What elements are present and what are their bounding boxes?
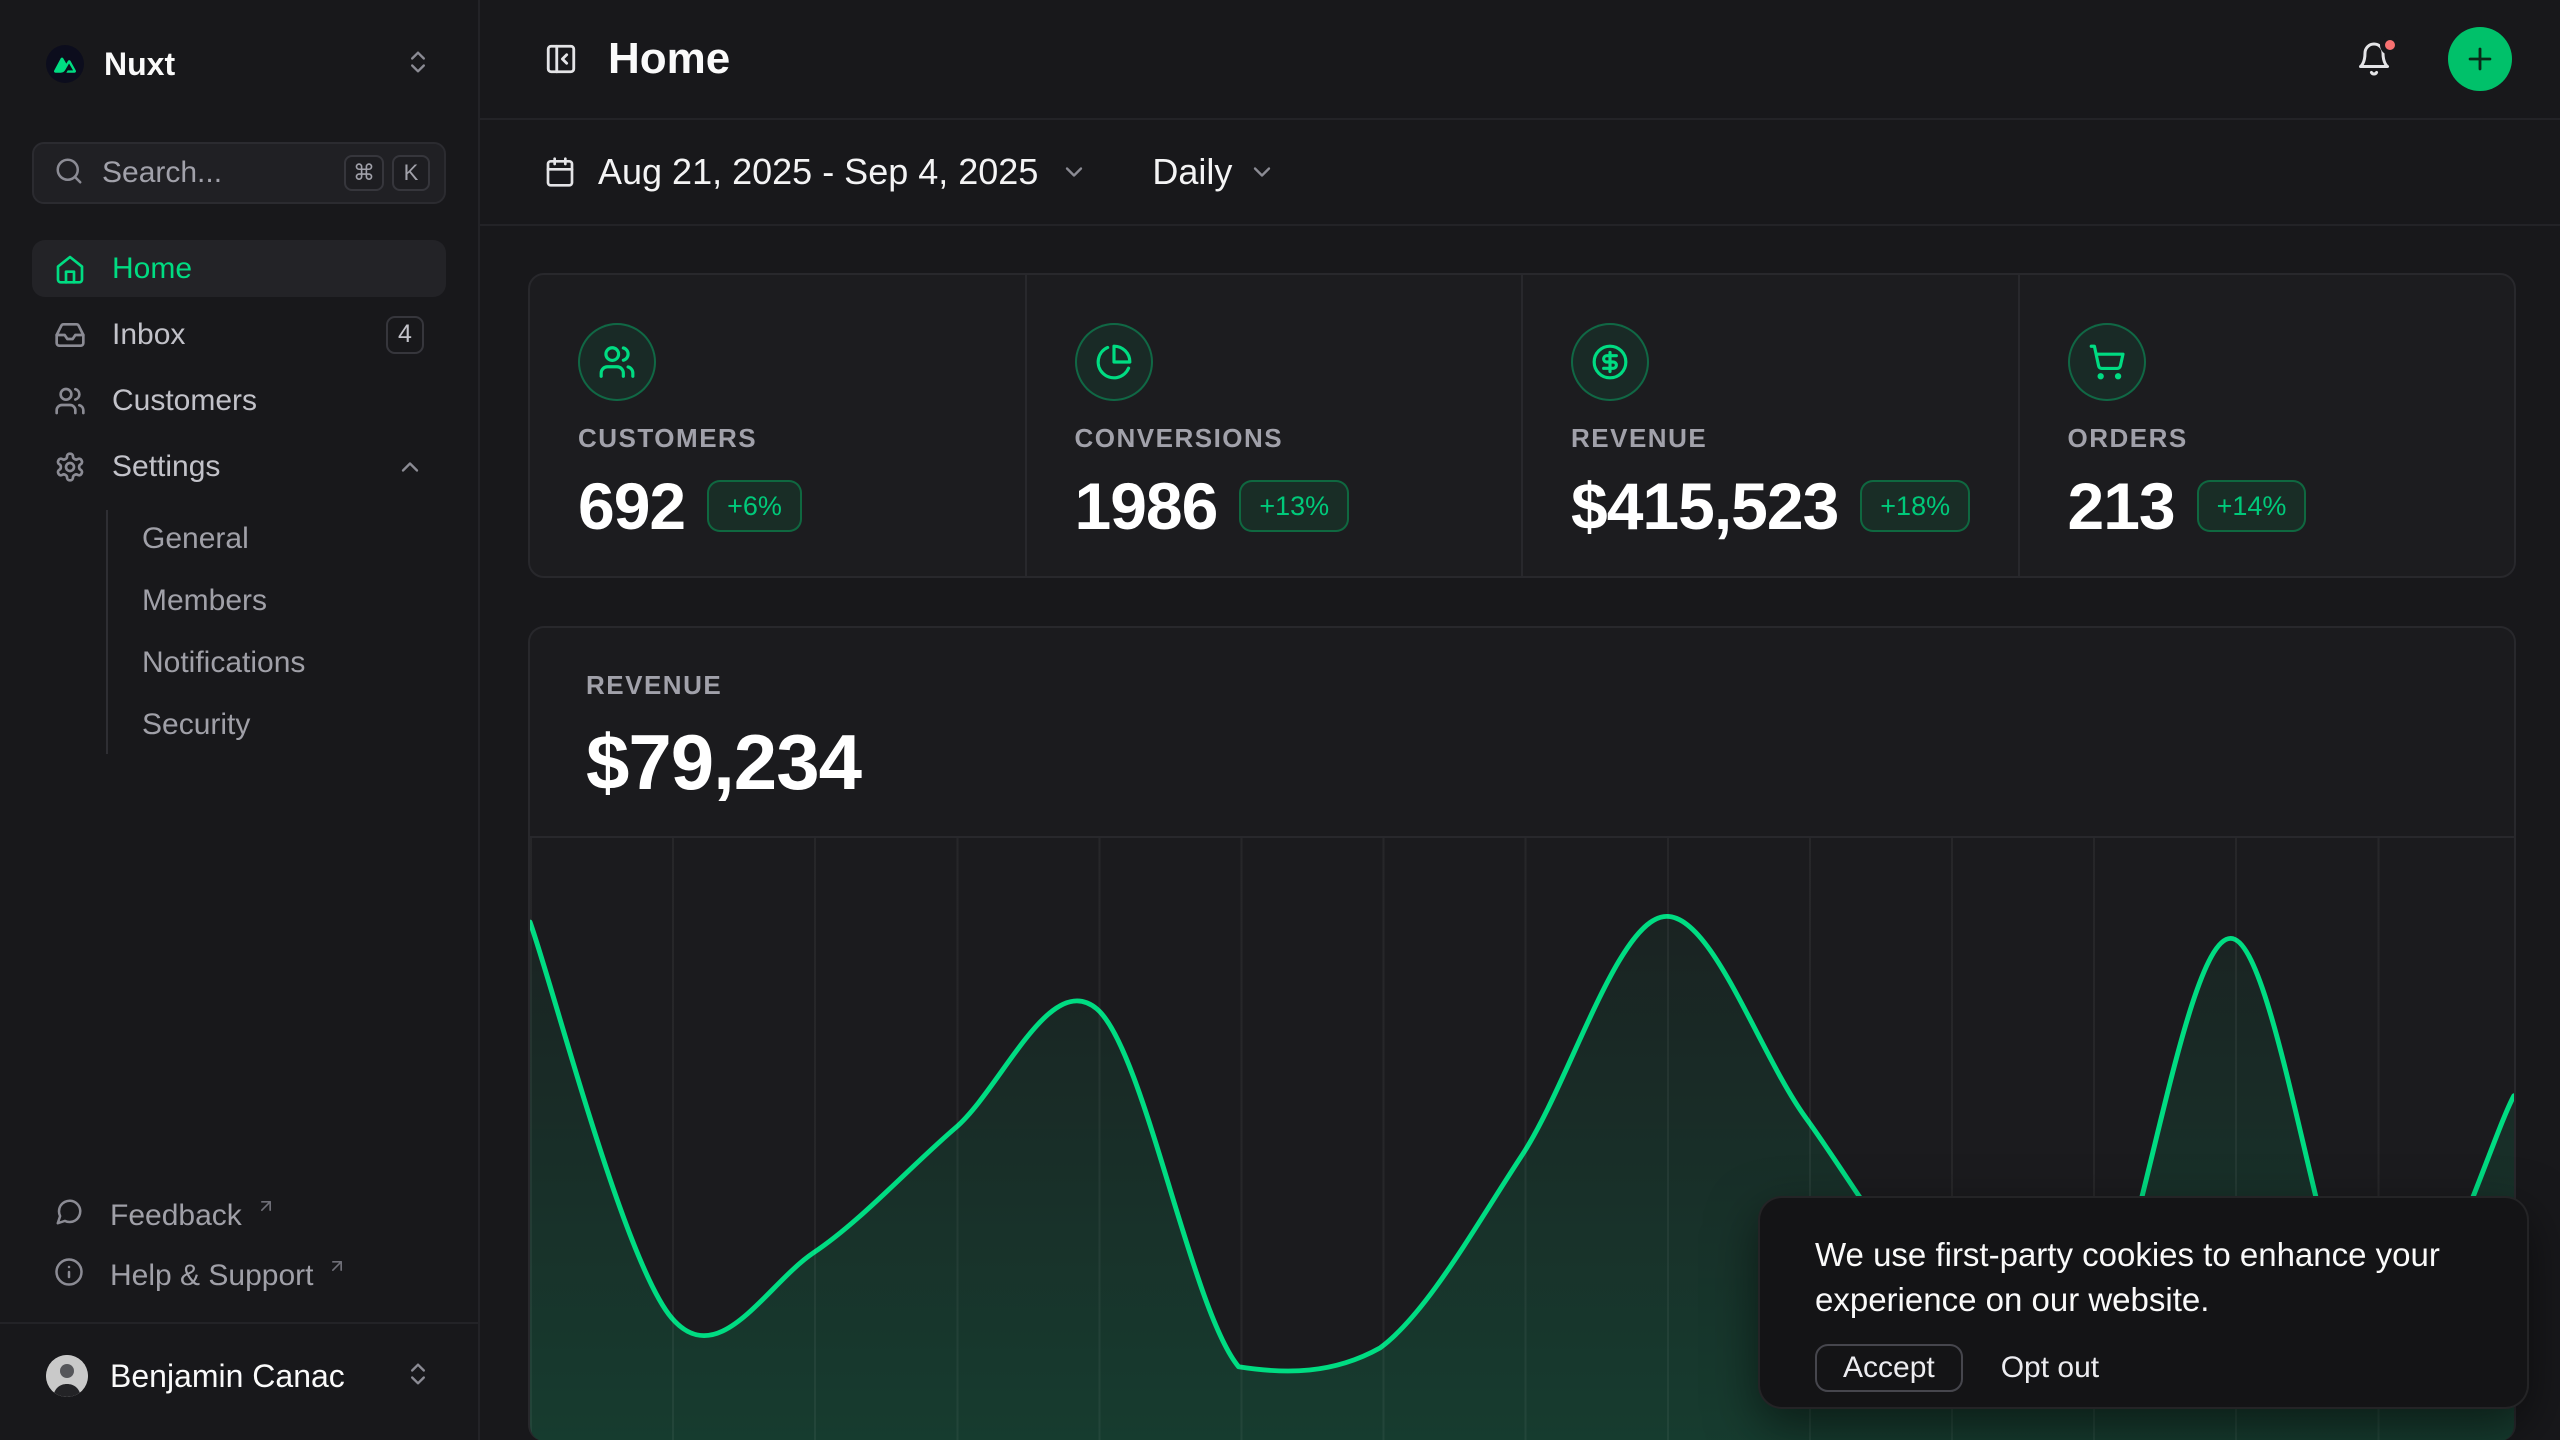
sidebar-item-settings[interactable]: Settings (32, 438, 446, 495)
sidebar-item-label: Inbox (112, 318, 360, 352)
sidebar-item-members[interactable]: Members (138, 572, 446, 630)
stat-label: REVENUE (1571, 423, 2018, 454)
granularity-select[interactable]: Daily (1152, 151, 1276, 193)
chat-bubble-icon (54, 1197, 84, 1235)
sidebar-item-label: Home (112, 252, 424, 286)
cookie-actions: Accept Opt out (1815, 1344, 2472, 1392)
team-name: Nuxt (104, 46, 384, 83)
user-name: Benjamin Canac (110, 1358, 382, 1395)
chevrons-up-down-icon (404, 1360, 432, 1393)
sidebar-item-security[interactable]: Security (138, 696, 446, 754)
sidebar-item-general[interactable]: General (138, 510, 446, 568)
revenue-chart-total: $79,234 (586, 717, 2458, 808)
users-icon (578, 323, 656, 401)
accept-button[interactable]: Accept (1815, 1344, 1963, 1392)
revenue-chart-header: REVENUE $79,234 (530, 628, 2514, 808)
stat-delta-badge: +14% (2197, 480, 2307, 532)
page-title: Home (608, 34, 2326, 84)
sidebar-item-inbox[interactable]: Inbox 4 (32, 306, 446, 363)
sidebar-nav: Home Inbox 4 Customers Settings (32, 240, 446, 754)
info-circle-icon (54, 1257, 84, 1295)
sidebar-item-notifications[interactable]: Notifications (138, 634, 446, 692)
shopping-cart-icon (2068, 323, 2146, 401)
nuxt-logo-icon (46, 45, 84, 83)
chevron-down-icon (1060, 158, 1088, 186)
chevrons-up-down-icon (404, 48, 432, 81)
stat-customers: CUSTOMERS 692 +6% (530, 275, 1025, 576)
chevron-down-icon (1248, 158, 1276, 186)
notifications-button[interactable] (2356, 41, 2392, 77)
stat-delta-badge: +18% (1860, 480, 1970, 532)
feedback-label: Feedback (110, 1199, 242, 1233)
stat-value: 213 (2068, 468, 2175, 544)
sidebar-item-home[interactable]: Home (32, 240, 446, 297)
inbox-icon (54, 319, 86, 351)
sidebar-item-customers[interactable]: Customers (32, 372, 446, 429)
stat-value: 692 (578, 468, 685, 544)
stat-label: ORDERS (2068, 423, 2515, 454)
main-area: Home Aug 21, 2025 - Sep 4, 2025 Daily (480, 0, 2560, 1440)
stat-label: CONVERSIONS (1075, 423, 1522, 454)
calendar-icon (544, 156, 576, 188)
search-shortcut: ⌘ K (344, 155, 430, 191)
chevron-up-icon (396, 453, 424, 481)
stat-value: $415,523 (1571, 468, 1838, 544)
kbd-key: K (392, 155, 430, 191)
add-button[interactable] (2448, 27, 2512, 91)
stat-delta-badge: +6% (707, 480, 802, 532)
external-link-icon (327, 1256, 347, 1282)
stat-value: 1986 (1075, 468, 1218, 544)
topbar: Home (480, 0, 2560, 120)
kbd-meta: ⌘ (344, 155, 384, 191)
sidebar-divider (0, 1322, 478, 1324)
sidebar: Nuxt Search... ⌘ K Home (0, 0, 480, 1440)
chart-pie-icon (1075, 323, 1153, 401)
stats-card: CUSTOMERS 692 +6% CONVERSIONS 1986 +13% (528, 273, 2516, 578)
external-link-icon (256, 1196, 276, 1222)
team-switcher[interactable]: Nuxt (32, 42, 446, 86)
users-icon (54, 385, 86, 417)
app-root: Nuxt Search... ⌘ K Home (0, 0, 2560, 1440)
plus-icon (2463, 42, 2497, 76)
stat-orders: ORDERS 213 +14% (2018, 275, 2515, 576)
date-range-value: Aug 21, 2025 - Sep 4, 2025 (598, 151, 1038, 193)
cookie-message: We use first-party cookies to enhance yo… (1815, 1232, 2472, 1322)
sidebar-item-label: Settings (112, 450, 370, 484)
date-range-picker[interactable]: Aug 21, 2025 - Sep 4, 2025 (544, 151, 1088, 193)
feedback-link[interactable]: Feedback (32, 1186, 446, 1246)
settings-subnav: General Members Notifications Security (106, 510, 446, 754)
avatar (46, 1355, 88, 1397)
gear-icon (54, 451, 86, 483)
user-menu[interactable]: Benjamin Canac (32, 1332, 446, 1420)
stat-label: CUSTOMERS (578, 423, 1025, 454)
inbox-count-badge: 4 (386, 316, 424, 354)
help-support-link[interactable]: Help & Support (32, 1246, 446, 1306)
opt-out-button[interactable]: Opt out (1993, 1344, 2107, 1392)
help-support-label: Help & Support (110, 1259, 313, 1293)
search-input[interactable]: Search... ⌘ K (32, 142, 446, 204)
home-icon (54, 253, 86, 285)
collapse-sidebar-button[interactable] (544, 42, 578, 76)
stat-conversions: CONVERSIONS 1986 +13% (1025, 275, 1522, 576)
stat-delta-badge: +13% (1239, 480, 1349, 532)
filter-bar: Aug 21, 2025 - Sep 4, 2025 Daily (480, 120, 2560, 226)
search-placeholder: Search... (102, 156, 326, 190)
sidebar-item-label: Customers (112, 384, 424, 418)
granularity-value: Daily (1152, 151, 1232, 193)
stat-revenue: REVENUE $415,523 +18% (1521, 275, 2018, 576)
notification-dot (2380, 35, 2400, 55)
search-icon (54, 156, 84, 191)
cookie-banner: We use first-party cookies to enhance yo… (1758, 1196, 2529, 1409)
sidebar-footer: Feedback Help & Support Benjami (32, 1186, 446, 1420)
revenue-chart-label: REVENUE (586, 670, 2458, 701)
circle-dollar-icon (1571, 323, 1649, 401)
